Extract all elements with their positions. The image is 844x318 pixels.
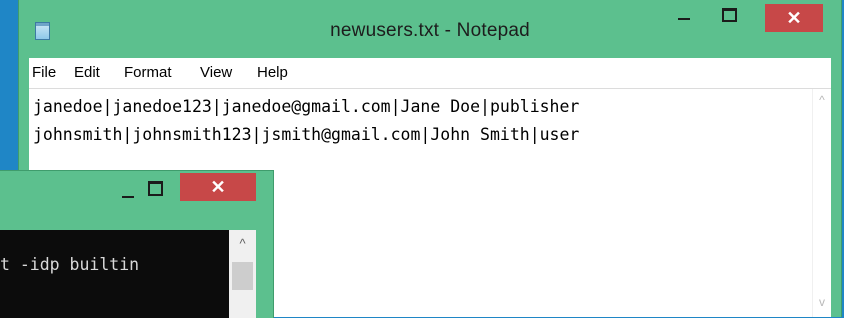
text-line: janedoe|janedoe123|janedoe@gmail.com|Jan… [33,97,580,116]
menu-bar: File Edit Format View Help [29,58,831,89]
menu-help[interactable]: Help [257,64,288,81]
console-line: t -idp builtin [0,255,140,274]
minimize-button[interactable] [669,4,699,30]
close-button[interactable]: ✕ [765,4,823,32]
console-output[interactable]: t -idp builtin [0,230,256,318]
console-scrollbar[interactable]: ^ [229,230,256,318]
scroll-up-icon[interactable]: ^ [229,230,256,258]
menu-file[interactable]: File [32,64,56,81]
console-maximize-button[interactable] [146,180,164,196]
console-minimize-button[interactable] [118,184,138,198]
scroll-down-icon[interactable]: v [813,295,831,309]
console-window: ✕ t -idp builtin ^ [0,170,274,318]
maximize-button[interactable] [713,4,743,30]
menu-format[interactable]: Format [124,64,172,81]
notepad-titlebar[interactable]: newusers.txt - Notepad ✕ [19,0,841,58]
close-icon: ✕ [786,8,802,28]
menu-edit[interactable]: Edit [74,64,100,81]
scroll-up-icon[interactable]: ^ [813,93,831,107]
scroll-thumb[interactable] [232,262,253,290]
vertical-scrollbar[interactable]: ^ v [812,89,831,317]
menu-view[interactable]: View [200,64,232,81]
editor-content[interactable]: janedoe|janedoe123|janedoe@gmail.com|Jan… [33,93,579,149]
text-line: johnsmith|johnsmith123|jsmith@gmail.com|… [33,125,580,144]
close-icon: ✕ [210,177,226,197]
console-close-button[interactable]: ✕ [180,173,256,201]
